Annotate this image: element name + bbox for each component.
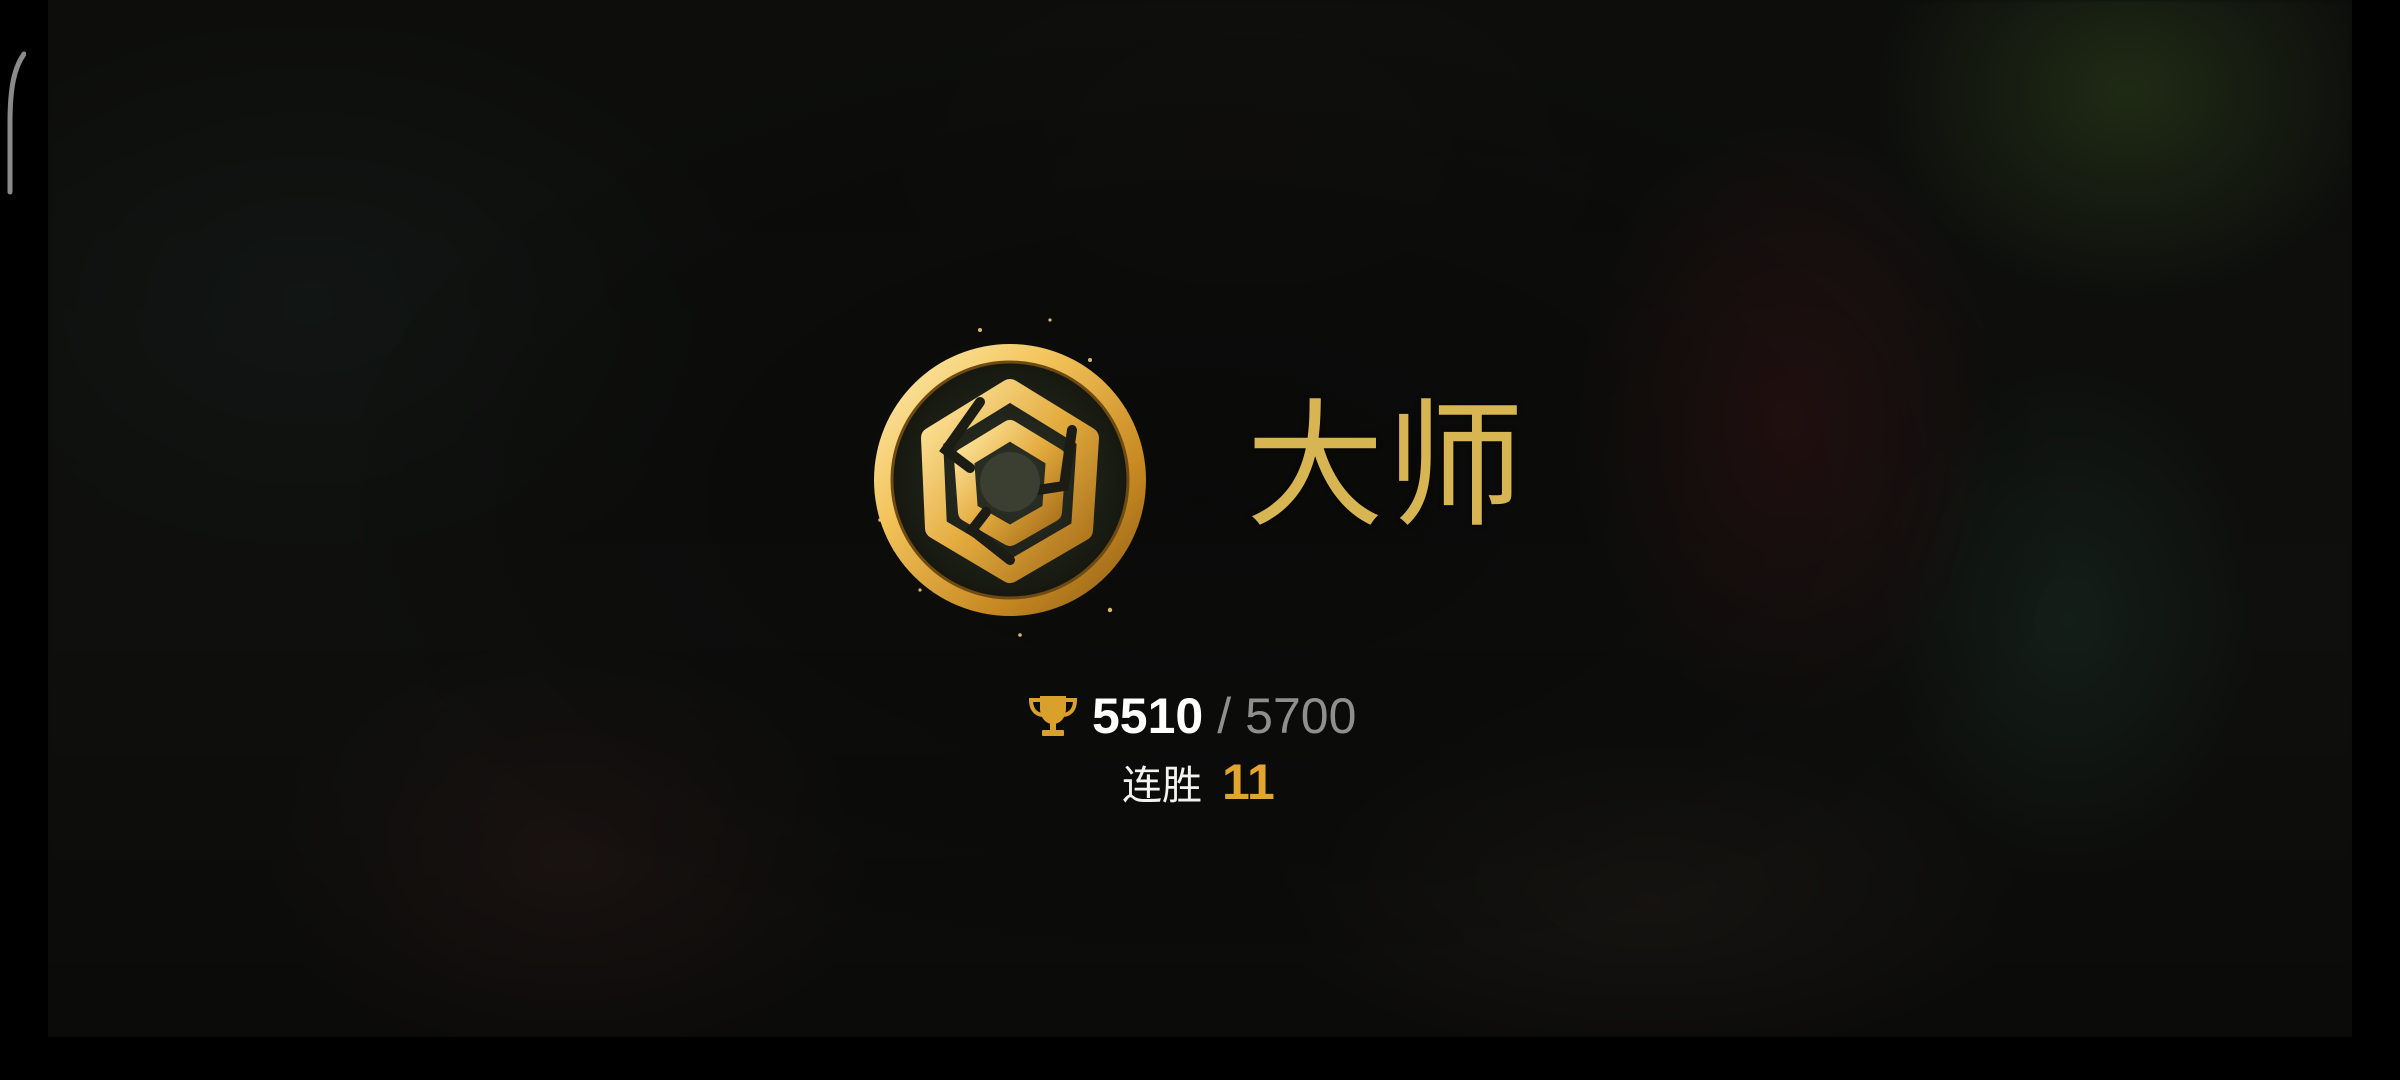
rank-result-view: 大师 5510 / 5700 连胜 11	[48, 0, 2352, 1037]
win-streak-label: 连胜	[1122, 763, 1202, 809]
points-max: 5700	[1245, 688, 1357, 744]
game-screen: 大师 5510 / 5700 连胜 11	[0, 0, 2400, 1080]
rank-points-row: 5510 / 5700	[1028, 686, 1356, 746]
win-streak-value: 11	[1222, 754, 1275, 810]
master-rank-emblem-icon	[860, 318, 1160, 637]
rank-display: 大师 5510 / 5700 连胜 11	[48, 0, 2352, 1037]
rank-points: 5510 / 5700	[1092, 691, 1356, 741]
win-streak-row: 连胜 11	[1122, 752, 1275, 812]
points-current: 5510	[1092, 688, 1204, 744]
rank-title: 大师	[1246, 386, 1527, 547]
trophy-icon	[1028, 696, 1078, 736]
points-separator: /	[1217, 688, 1232, 744]
back-handle-icon[interactable]	[4, 48, 26, 198]
